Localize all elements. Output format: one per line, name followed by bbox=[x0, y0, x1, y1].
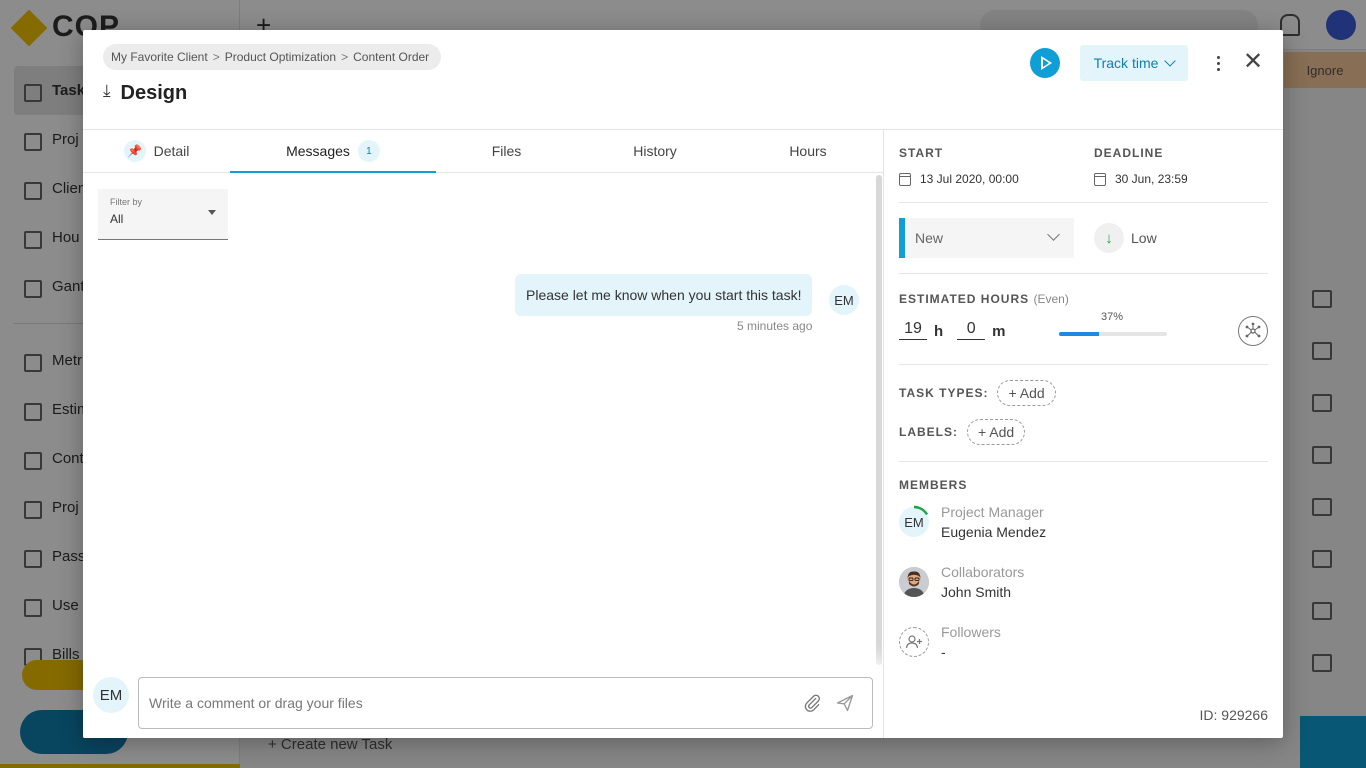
breadcrumb: My Favorite Client > Product Optimizatio… bbox=[103, 44, 442, 70]
track-time-label: Track time bbox=[1093, 55, 1159, 71]
chevron-down-icon bbox=[1047, 228, 1060, 241]
add-label-button[interactable]: + Add bbox=[967, 419, 1026, 445]
paperclip-icon[interactable] bbox=[802, 693, 822, 713]
chevron-down-icon bbox=[1164, 55, 1177, 67]
tab-history-label: History bbox=[633, 143, 677, 159]
task-title-row: ⤓ Design bbox=[103, 80, 188, 105]
minutes-unit: m bbox=[992, 323, 1006, 340]
member-role: Collaborators bbox=[941, 564, 1025, 580]
start-date[interactable]: 13 Jul 2020, 00:00 bbox=[899, 172, 1019, 186]
deadline-label: DEADLINE bbox=[1094, 146, 1164, 160]
status-select[interactable]: New bbox=[899, 218, 1074, 258]
more-options-button[interactable] bbox=[1209, 52, 1227, 74]
subtask-arrow-icon: ⤓ bbox=[103, 80, 111, 100]
member-followers[interactable]: Followers - bbox=[899, 624, 1001, 660]
hours-input[interactable]: 19 bbox=[899, 320, 927, 340]
member-name: Eugenia Mendez bbox=[941, 524, 1047, 540]
caret-down-icon bbox=[208, 210, 216, 215]
task-id: ID: 929266 bbox=[1199, 707, 1269, 723]
network-icon bbox=[1245, 322, 1261, 338]
tab-detail-label: Detail bbox=[153, 143, 190, 159]
task-title[interactable]: Design bbox=[121, 82, 188, 105]
arrow-down-icon: ↓ bbox=[1094, 223, 1124, 253]
workload-ring-icon bbox=[913, 505, 929, 516]
comment-input[interactable] bbox=[138, 677, 873, 729]
divider bbox=[899, 461, 1268, 462]
calendar-icon bbox=[899, 172, 911, 186]
send-icon[interactable] bbox=[835, 693, 855, 713]
tab-messages-label: Messages bbox=[286, 143, 350, 159]
member-name: John Smith bbox=[941, 584, 1012, 600]
divider bbox=[899, 202, 1268, 203]
divider bbox=[899, 273, 1268, 274]
current-user-avatar: EM bbox=[93, 677, 129, 713]
avatar: EM bbox=[899, 505, 929, 537]
more-vertical-icon bbox=[1216, 55, 1220, 59]
start-label: START bbox=[899, 146, 944, 160]
tab-history[interactable]: History bbox=[577, 130, 733, 172]
breadcrumb-client[interactable]: My Favorite Client bbox=[111, 50, 208, 64]
labels-label: LABELS: bbox=[899, 425, 958, 439]
track-time-button[interactable]: Track time bbox=[1080, 45, 1188, 81]
comment-composer: EM bbox=[83, 667, 883, 738]
task-types-label: TASK TYPES: bbox=[899, 386, 989, 400]
task-types-row: TASK TYPES: + Add bbox=[899, 380, 1056, 406]
messages-scrollbar[interactable] bbox=[876, 175, 882, 665]
filter-value: All bbox=[110, 212, 124, 226]
tab-files-label: Files bbox=[491, 143, 522, 159]
chevron-right-icon: > bbox=[212, 50, 220, 64]
progress-bar bbox=[1059, 332, 1167, 336]
avatar bbox=[899, 567, 929, 597]
user-photo-icon bbox=[899, 567, 929, 597]
message-bubble: Please let me know when you start this t… bbox=[515, 274, 813, 316]
member-name: - bbox=[941, 644, 946, 660]
tab-messages[interactable]: Messages 1 bbox=[230, 130, 436, 173]
hours-unit: h bbox=[934, 323, 944, 340]
dependencies-button[interactable] bbox=[1238, 316, 1268, 346]
deadline-date[interactable]: 30 Jun, 23:59 bbox=[1094, 172, 1188, 186]
member-collaborators[interactable]: Collaborators John Smith bbox=[899, 564, 1024, 600]
tab-hours-label: Hours bbox=[789, 143, 827, 159]
breadcrumb-project[interactable]: Product Optimization bbox=[225, 50, 336, 64]
pin-icon: 📌 bbox=[123, 140, 146, 162]
messages-panel: 📌 Detail Messages 1 Files History Hours … bbox=[83, 129, 883, 738]
filter-select[interactable]: Filter by All bbox=[98, 189, 228, 240]
member-role: Followers bbox=[941, 624, 1001, 640]
messages-count-badge: 1 bbox=[357, 140, 380, 162]
members-label: MEMBERS bbox=[899, 478, 968, 492]
estimated-hours-note: (Even) bbox=[1033, 292, 1069, 306]
close-button[interactable]: ✕ bbox=[1241, 50, 1265, 75]
details-panel: START 13 Jul 2020, 00:00 DEADLINE 30 Jun… bbox=[883, 129, 1283, 738]
chevron-right-icon: > bbox=[341, 50, 349, 64]
add-follower-icon[interactable] bbox=[899, 627, 929, 657]
status-value: New bbox=[915, 230, 944, 246]
play-icon bbox=[1041, 56, 1052, 70]
tab-hours[interactable]: Hours bbox=[733, 130, 883, 172]
priority-value: Low bbox=[1131, 230, 1157, 246]
labels-row: LABELS: + Add bbox=[899, 419, 1026, 445]
task-tabs: 📌 Detail Messages 1 Files History Hours bbox=[83, 130, 883, 173]
breadcrumb-parent-task[interactable]: Content Order bbox=[353, 50, 429, 64]
tab-files[interactable]: Files bbox=[436, 130, 577, 172]
tab-detail[interactable]: 📌 Detail bbox=[83, 130, 230, 172]
deadline-date-value: 30 Jun, 23:59 bbox=[1115, 172, 1188, 186]
filter-label: Filter by bbox=[110, 197, 143, 207]
member-role: Project Manager bbox=[941, 504, 1044, 520]
message-author-avatar: EM bbox=[829, 285, 859, 315]
task-modal: My Favorite Client > Product Optimizatio… bbox=[83, 30, 1283, 738]
calendar-icon bbox=[1094, 172, 1106, 186]
priority-selector[interactable]: ↓ Low bbox=[1094, 223, 1157, 253]
message-timestamp: 5 minutes ago bbox=[737, 319, 813, 333]
divider bbox=[899, 364, 1268, 365]
estimated-hours-label: ESTIMATED HOURS (Even) bbox=[899, 292, 1069, 306]
member-project-manager[interactable]: EM Project Manager Eugenia Mendez bbox=[899, 504, 1046, 540]
minutes-input[interactable]: 0 bbox=[957, 320, 986, 340]
progress-fill bbox=[1059, 332, 1099, 336]
start-timer-button[interactable] bbox=[1030, 48, 1060, 78]
estimated-hours-input: 19 h 0 m bbox=[899, 320, 1020, 340]
progress-percent: 37% bbox=[1101, 311, 1124, 323]
start-date-value: 13 Jul 2020, 00:00 bbox=[920, 172, 1019, 186]
add-task-type-button[interactable]: + Add bbox=[997, 380, 1056, 406]
